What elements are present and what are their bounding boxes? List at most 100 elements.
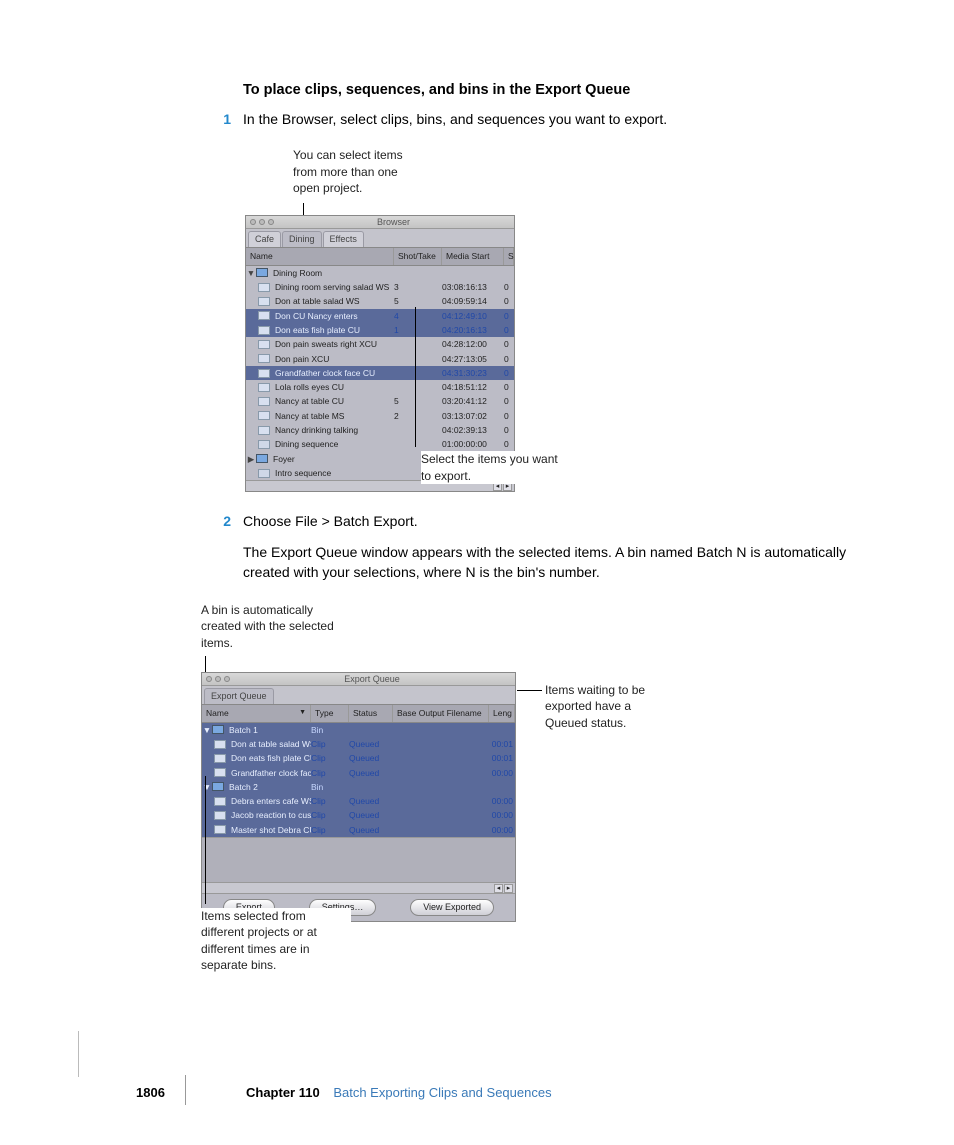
chevron-right-icon[interactable]: ▶	[246, 453, 256, 465]
col-length[interactable]: Leng	[489, 705, 515, 721]
sequence-name: Intro sequence	[273, 467, 394, 479]
bin-name: Foyer	[271, 453, 394, 465]
step-text: Choose File > Batch Export.	[243, 511, 894, 531]
step-text: In the Browser, select clips, bins, and …	[243, 109, 894, 129]
col-media-start[interactable]: Media Start	[442, 248, 504, 264]
folder-icon	[256, 454, 268, 463]
close-icon[interactable]	[250, 219, 256, 225]
traffic-lights[interactable]	[250, 219, 274, 225]
step-number: 2	[185, 511, 231, 531]
clip-name: Nancy at table MS	[273, 410, 394, 422]
arrow-right-icon[interactable]: ▸	[504, 884, 513, 893]
chevron-down-icon[interactable]: ▼	[202, 781, 212, 793]
clip-row[interactable]: Don at table salad WSClipQueued00:01	[202, 737, 515, 751]
page-number: 1806	[136, 1084, 165, 1103]
clip-row[interactable]: Nancy drinking talking04:02:39:130	[246, 423, 514, 437]
clip-row[interactable]: Don pain XCU04:27:13:050	[246, 352, 514, 366]
step-1: 1 In the Browser, select clips, bins, an…	[185, 109, 894, 129]
col-shot-take[interactable]: Shot/Take	[394, 248, 442, 264]
col-name[interactable]: Name	[246, 248, 394, 264]
col-extra[interactable]: S	[504, 248, 514, 264]
arrow-left-icon[interactable]: ◂	[494, 884, 503, 893]
column-headers[interactable]: Name ▼ Type Status Base Output Filename …	[202, 704, 515, 722]
clip-icon	[214, 811, 226, 820]
clip-icon	[214, 740, 226, 749]
export-rows: ▼Batch 1Bin Don at table salad WSClipQue…	[202, 723, 515, 838]
scrollbar[interactable]: ◂ ▸	[202, 882, 515, 893]
window-titlebar[interactable]: Export Queue	[202, 673, 515, 686]
col-name[interactable]: Name	[206, 707, 229, 719]
clip-name: Don at table salad WS	[229, 738, 311, 750]
tab-dining[interactable]: Dining	[282, 231, 322, 247]
clip-row[interactable]: Debra enters cafe WSClipQueued00:00	[202, 794, 515, 808]
sequence-row[interactable]: Dining sequence01:00:00:000	[246, 437, 514, 451]
batch-bin-row[interactable]: ▼Batch 2Bin	[202, 780, 515, 794]
bin-name: Batch 1	[227, 724, 311, 736]
clip-row[interactable]: Nancy at table MS203:13:07:020	[246, 409, 514, 423]
window-titlebar[interactable]: Browser	[246, 216, 514, 229]
bin-row[interactable]: ▼ Dining Room	[246, 266, 514, 280]
folder-icon	[256, 268, 268, 277]
browser-rows: ▼ Dining Room Dining room serving salad …	[246, 266, 514, 481]
body-paragraph: The Export Queue window appears with the…	[243, 542, 863, 583]
clip-name: Don eats fish plate CU	[229, 752, 311, 764]
col-base-filename[interactable]: Base Output Filename	[393, 705, 489, 721]
close-icon[interactable]	[206, 676, 212, 682]
clip-icon	[258, 411, 270, 420]
clip-row[interactable]: Nancy at table CU503:20:41:120	[246, 394, 514, 408]
col-status[interactable]: Status	[349, 705, 393, 721]
clip-row[interactable]: Don pain sweats right XCU04:28:12:000	[246, 337, 514, 351]
clip-icon	[258, 354, 270, 363]
sequence-name: Dining sequence	[273, 438, 394, 450]
chapter-label: Chapter 110	[246, 1085, 320, 1100]
page-footer: 1806 Chapter 110 Batch Exporting Clips a…	[185, 1075, 894, 1105]
callout-bin-auto: A bin is automatically created with the …	[201, 602, 341, 651]
tab-export-queue[interactable]: Export Queue	[204, 688, 274, 704]
chapter-line: Chapter 110 Batch Exporting Clips and Se…	[246, 1084, 552, 1103]
clip-icon	[258, 426, 270, 435]
clip-row[interactable]: Don CU Nancy enters404:12:49:100	[246, 309, 514, 323]
clip-name: Jacob reaction to customer CU	[229, 809, 311, 821]
clip-row[interactable]: Dining room serving salad WS303:08:16:13…	[246, 280, 514, 294]
step-number: 1	[185, 109, 231, 129]
bin-name: Dining Room	[271, 267, 394, 279]
minimize-icon[interactable]	[215, 676, 221, 682]
clip-name: Don pain XCU	[273, 353, 394, 365]
clip-row[interactable]: Grandfather clock face CU04:31:30:230	[246, 366, 514, 380]
sequence-icon	[258, 469, 270, 478]
clip-row[interactable]: Grandfather clock face CUClipQueued00:00	[202, 766, 515, 780]
callout-select-items: Select the items you want to export.	[421, 451, 561, 483]
tab-cafe[interactable]: Cafe	[248, 231, 281, 247]
zoom-icon[interactable]	[268, 219, 274, 225]
clip-row[interactable]: Lola rolls eyes CU04:18:51:120	[246, 380, 514, 394]
section-heading: To place clips, sequences, and bins in t…	[243, 80, 894, 101]
clip-name: Grandfather clock face CU	[229, 767, 311, 779]
clip-row[interactable]: Master shot Debra CUClipQueued00:00	[202, 823, 515, 837]
col-type[interactable]: Type	[311, 705, 349, 721]
clip-icon	[258, 283, 270, 292]
chapter-title: Batch Exporting Clips and Sequences	[333, 1085, 551, 1100]
minimize-icon[interactable]	[259, 219, 265, 225]
column-headers[interactable]: Name Shot/Take Media Start S	[246, 247, 514, 265]
chevron-down-icon[interactable]: ▼	[246, 267, 256, 279]
tab-effects[interactable]: Effects	[323, 231, 364, 247]
callout-separate-bins: Items selected from different projects o…	[201, 908, 351, 973]
window-title: Export Queue	[233, 673, 511, 686]
zoom-icon[interactable]	[224, 676, 230, 682]
sort-down-icon[interactable]: ▼	[299, 708, 306, 718]
clip-icon	[214, 797, 226, 806]
clip-name: Nancy at table CU	[273, 395, 394, 407]
clip-name: Grandfather clock face CU	[273, 367, 394, 379]
export-queue-window: Export Queue Export Queue Name ▼ Type St…	[201, 672, 516, 922]
folder-icon	[212, 782, 224, 791]
clip-row[interactable]: Don eats fish plate CUClipQueued00:01	[202, 751, 515, 765]
clip-row[interactable]: Jacob reaction to customer CUClipQueued0…	[202, 808, 515, 822]
clip-row[interactable]: Don at table salad WS504:09:59:140	[246, 294, 514, 308]
batch-bin-row[interactable]: ▼Batch 1Bin	[202, 723, 515, 737]
clip-row[interactable]: Don eats fish plate CU104:20:16:130	[246, 323, 514, 337]
view-exported-button[interactable]: View Exported	[410, 899, 494, 916]
chevron-down-icon[interactable]: ▼	[202, 724, 212, 736]
clip-name: Lola rolls eyes CU	[273, 381, 394, 393]
traffic-lights[interactable]	[206, 676, 230, 682]
clip-icon	[214, 825, 226, 834]
